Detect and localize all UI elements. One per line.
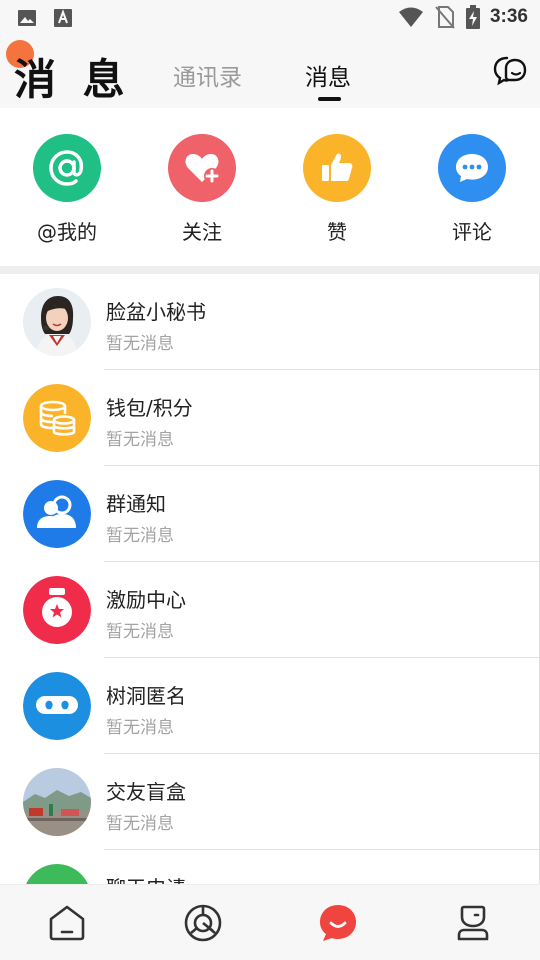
tab-contacts[interactable]: 通讯录 bbox=[173, 58, 242, 92]
quick-action-comments[interactable]: 评论 bbox=[417, 134, 527, 245]
list-item-group-notice[interactable]: 群通知 暂无消息 bbox=[0, 466, 539, 562]
wifi-icon bbox=[398, 7, 423, 27]
quick-action-label: 赞 bbox=[327, 220, 347, 244]
blind-box-avatar bbox=[23, 768, 91, 836]
at-icon bbox=[33, 134, 101, 202]
thumbs-up-icon bbox=[303, 134, 371, 202]
comment-icon bbox=[438, 134, 506, 202]
section-divider bbox=[0, 266, 540, 274]
quick-action-label: @我的 bbox=[37, 220, 97, 244]
quick-action-label: 评论 bbox=[452, 220, 492, 244]
medal-icon bbox=[23, 576, 91, 644]
list-item-assistant[interactable]: 脸盆小秘书 暂无消息 bbox=[0, 274, 539, 370]
text-a-icon bbox=[54, 9, 72, 27]
list-item-title: 激励中心 bbox=[106, 588, 186, 612]
no-sim-icon bbox=[435, 6, 455, 29]
list-item-title: 交友盲盒 bbox=[106, 780, 186, 804]
list-item-wallet[interactable]: 钱包/积分 暂无消息 bbox=[0, 370, 539, 466]
list-item-title: 树洞匿名 bbox=[106, 684, 186, 708]
list-item-preview: 暂无消息 bbox=[106, 334, 174, 354]
quick-action-at-me[interactable]: @我的 bbox=[12, 134, 122, 245]
quick-actions: @我的 关注 赞 评论 bbox=[0, 108, 540, 266]
quick-action-label: 关注 bbox=[182, 220, 222, 244]
list-item-title: 群通知 bbox=[106, 492, 166, 516]
heart-plus-icon bbox=[168, 134, 236, 202]
quick-action-likes[interactable]: 赞 bbox=[282, 134, 392, 245]
list-item-chat-request[interactable]: 聊天申请 bbox=[0, 850, 539, 884]
group-icon bbox=[23, 480, 91, 548]
bottom-nav bbox=[0, 884, 540, 960]
list-item-preview: 暂无消息 bbox=[106, 814, 174, 834]
page-title: 消 息 bbox=[14, 55, 131, 104]
ninja-icon bbox=[23, 672, 91, 740]
status-bar: 3:36 bbox=[0, 0, 540, 36]
active-tab-indicator bbox=[318, 97, 341, 101]
coins-icon bbox=[23, 384, 91, 452]
message-icon[interactable] bbox=[318, 903, 358, 943]
home-icon[interactable] bbox=[47, 903, 87, 943]
list-item-title: 钱包/积分 bbox=[106, 396, 193, 420]
list-item-blind-box[interactable]: 交友盲盒 暂无消息 bbox=[0, 754, 539, 850]
tab-messages[interactable]: 消息 bbox=[305, 58, 351, 92]
list-item-preview: 暂无消息 bbox=[106, 718, 174, 738]
message-list: 脸盆小秘书 暂无消息 钱包/积分 暂无消息 群通知 暂无消息 激励中心 暂无消息… bbox=[0, 274, 540, 884]
discover-icon[interactable] bbox=[183, 903, 223, 943]
list-item-preview: 暂无消息 bbox=[106, 622, 174, 642]
list-item-title: 聊天申请 bbox=[106, 872, 186, 884]
list-item-preview: 暂无消息 bbox=[106, 526, 174, 546]
status-time: 3:36 bbox=[489, 6, 528, 27]
list-item-incentive-center[interactable]: 激励中心 暂无消息 bbox=[0, 562, 539, 658]
list-item-preview: 暂无消息 bbox=[106, 430, 174, 450]
image-icon bbox=[18, 10, 36, 26]
assistant-avatar bbox=[23, 288, 91, 356]
chat-request-icon bbox=[23, 864, 91, 884]
chat-bubbles-icon[interactable] bbox=[492, 54, 528, 90]
profile-icon[interactable] bbox=[453, 903, 493, 943]
list-item-tree-hole[interactable]: 树洞匿名 暂无消息 bbox=[0, 658, 539, 754]
battery-charging-icon bbox=[465, 5, 480, 29]
list-item-title: 脸盆小秘书 bbox=[106, 300, 206, 324]
quick-action-follow[interactable]: 关注 bbox=[147, 134, 257, 245]
